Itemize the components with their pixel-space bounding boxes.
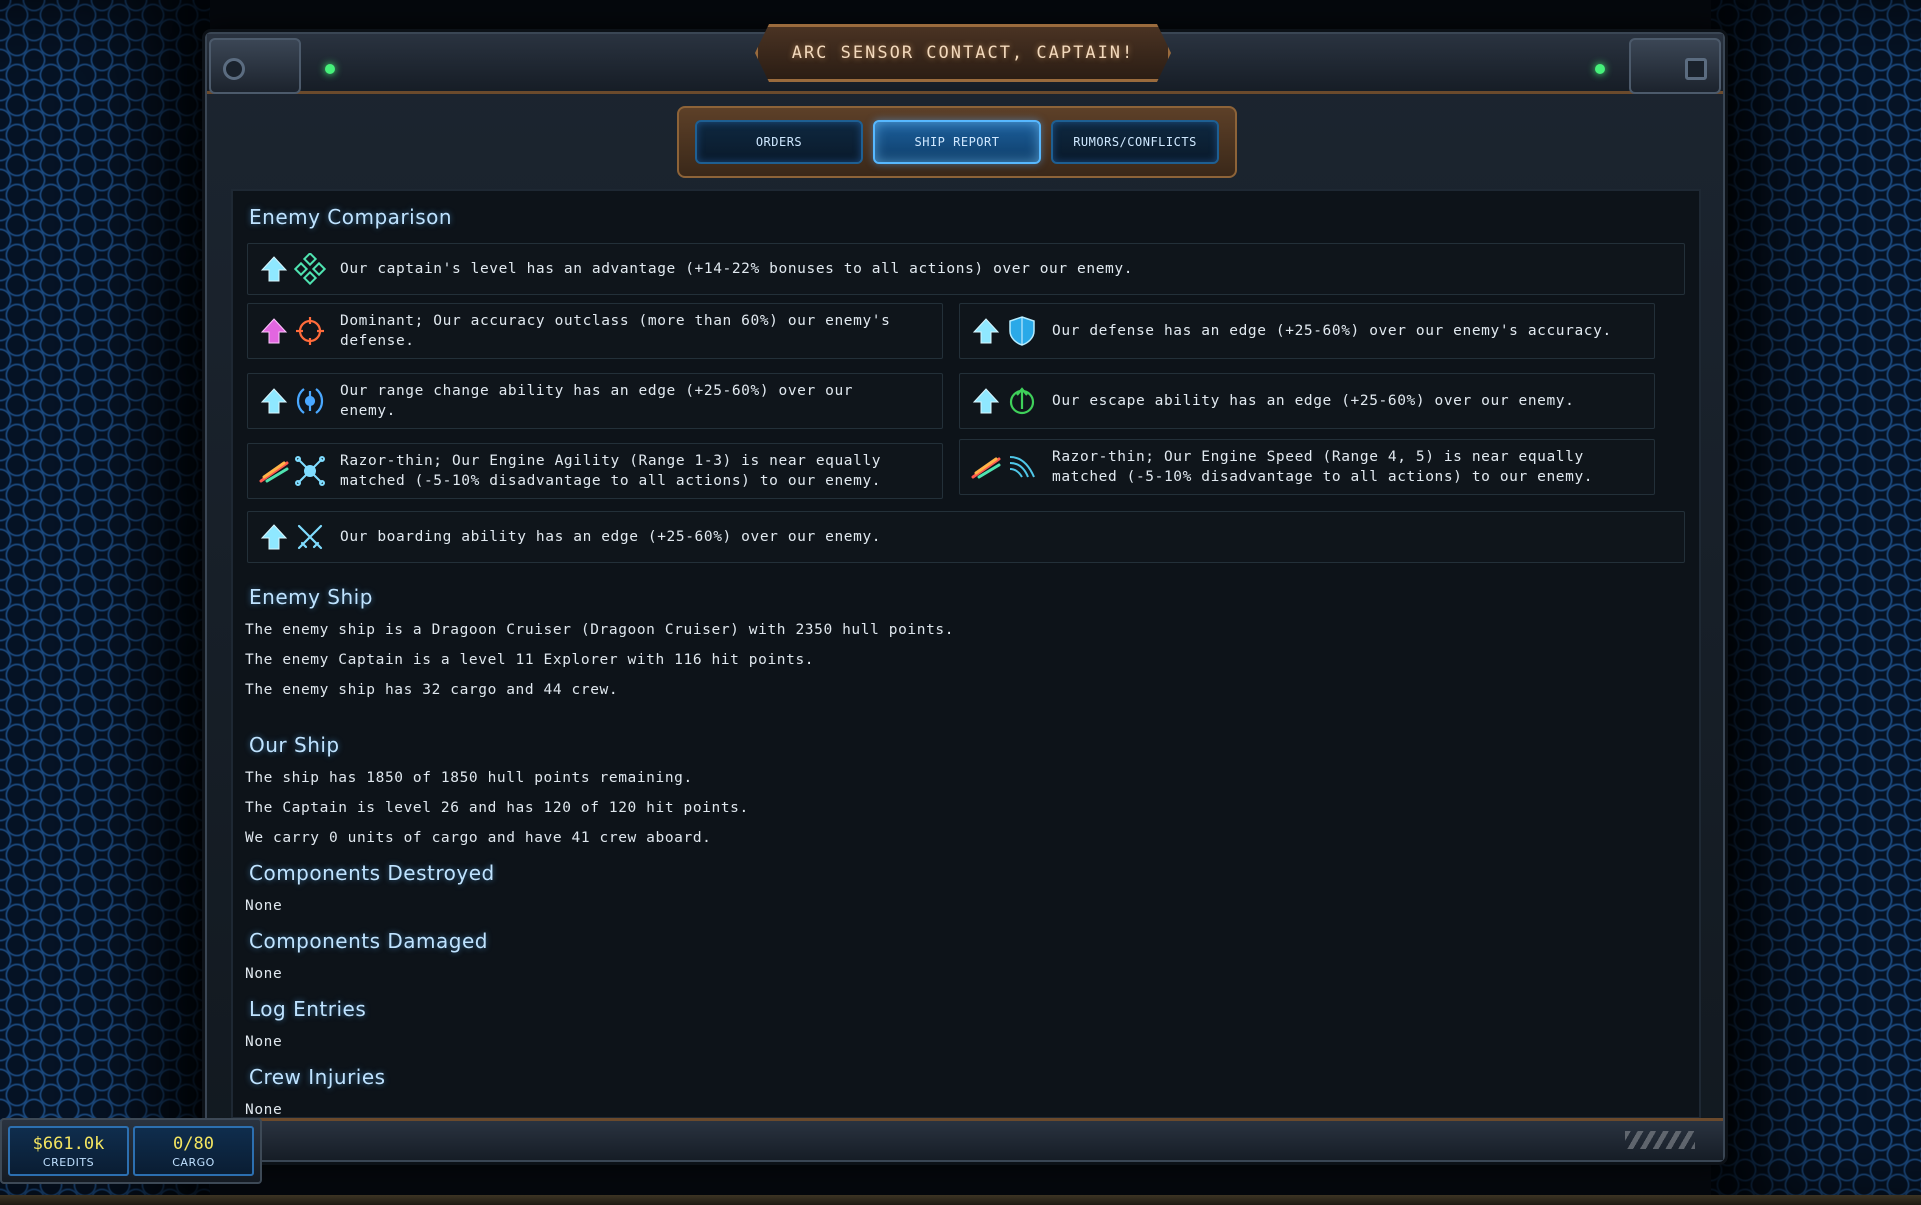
- arrow-up-cyan-icon: [256, 251, 292, 287]
- comparison-text: Razor-thin; Our Engine Agility (Range 1-…: [340, 453, 882, 489]
- corner-cap-right: [1629, 38, 1721, 94]
- tab-rumors-conflicts[interactable]: RUMORS/CONFLICTS: [1051, 120, 1219, 164]
- enemy-ship-line: The enemy ship is a Dragoon Cruiser (Dra…: [245, 622, 955, 638]
- boarding-swords-icon: [292, 519, 328, 555]
- status-led-icon: [325, 64, 335, 74]
- comparison-text: Our range change ability has an edge (+2…: [340, 383, 854, 419]
- credits-display[interactable]: $661.0k CREDITS: [8, 1126, 129, 1176]
- razor-thin-icon: [968, 449, 1004, 485]
- credits-label: CREDITS: [42, 1155, 95, 1169]
- comparison-text: Razor-thin; Our Engine Speed (Range 4, 5…: [1052, 449, 1594, 485]
- cargo-display[interactable]: 0/80 CARGO: [133, 1126, 254, 1176]
- our-ship-line: We carry 0 units of cargo and have 41 cr…: [245, 830, 712, 846]
- window-title: ARC SENSOR CONTACT, CAPTAIN!: [791, 43, 1135, 63]
- sensor-contact-window: ARC SENSOR CONTACT, CAPTAIN! ORDERS SHIP…: [205, 32, 1725, 1162]
- honeycomb-background-right: [1711, 0, 1921, 1205]
- report-content: Enemy Comparison Our captain's level has…: [233, 191, 1699, 1117]
- tab-orders[interactable]: ORDERS: [695, 120, 863, 164]
- log-entries-title: Log Entries: [249, 997, 367, 1021]
- honeycomb-background-left: [0, 0, 210, 1205]
- escape-icon: [1004, 383, 1040, 419]
- enemy-ship-title: Enemy Ship: [249, 585, 373, 609]
- comparison-item: Our boarding ability has an edge (+25-60…: [247, 511, 1685, 563]
- enemy-ship-line: The enemy Captain is a level 11 Explorer…: [245, 652, 815, 668]
- comparison-item: Razor-thin; Our Engine Speed (Range 4, 5…: [959, 439, 1655, 495]
- arrow-up-magenta-icon: [256, 313, 292, 349]
- enemy-comparison-title: Enemy Comparison: [249, 205, 453, 229]
- components-destroyed-value: None: [245, 898, 283, 914]
- crew-injuries-value: None: [245, 1102, 283, 1118]
- window-title-plate: ARC SENSOR CONTACT, CAPTAIN!: [755, 24, 1171, 82]
- credits-value: $661.0k: [32, 1133, 105, 1154]
- log-entries-value: None: [245, 1034, 283, 1050]
- our-ship-section: Our Ship The ship has 1850 of 1850 hull …: [245, 733, 1685, 853]
- comparison-text: Dominant; Our accuracy outclass (more th…: [340, 313, 891, 349]
- comparison-text: Our defense has an edge (+25-60%) over o…: [1052, 323, 1612, 339]
- crosshair-icon: [292, 313, 328, 349]
- ship-report-panel[interactable]: Enemy Comparison Our captain's level has…: [231, 189, 1701, 1119]
- comparison-item: Dominant; Our accuracy outclass (more th…: [247, 303, 943, 359]
- cargo-value: 0/80: [173, 1133, 214, 1154]
- arrow-up-cyan-icon: [968, 313, 1004, 349]
- engine-speed-icon: [1004, 449, 1040, 485]
- comparison-text: Our escape ability has an edge (+25-60%)…: [1052, 393, 1575, 409]
- tab-ship-report[interactable]: SHIP REPORT: [873, 120, 1041, 164]
- components-damaged-title: Components Damaged: [249, 929, 488, 953]
- status-panel: $661.0k CREDITS 0/80 CARGO: [0, 1118, 262, 1184]
- bolt-icon: [1685, 58, 1707, 80]
- arrow-up-cyan-icon: [256, 383, 292, 419]
- bolt-icon: [223, 58, 245, 80]
- hazard-stripes-icon: [1625, 1131, 1695, 1149]
- components-damaged-section: Components Damaged None: [245, 929, 1685, 989]
- shield-icon: [1004, 313, 1040, 349]
- arrow-up-cyan-icon: [968, 383, 1004, 419]
- our-ship-line: The ship has 1850 of 1850 hull points re…: [245, 770, 693, 786]
- comparison-item: Razor-thin; Our Engine Agility (Range 1-…: [247, 443, 943, 499]
- comparison-item: Our captain's level has an advantage (+1…: [247, 243, 1685, 295]
- comparison-item: Our escape ability has an edge (+25-60%)…: [959, 373, 1655, 429]
- comparison-item: Our defense has an edge (+25-60%) over o…: [959, 303, 1655, 359]
- components-destroyed-section: Components Destroyed None: [245, 861, 1685, 921]
- status-led-icon: [1595, 64, 1605, 74]
- comparison-item: Our range change ability has an edge (+2…: [247, 373, 943, 429]
- crew-injuries-title: Crew Injuries: [249, 1065, 386, 1089]
- comparison-text: Our captain's level has an advantage (+1…: [340, 261, 1134, 277]
- engine-agility-icon: [292, 453, 328, 489]
- components-destroyed-title: Components Destroyed: [249, 861, 495, 885]
- cargo-label: CARGO: [172, 1155, 215, 1169]
- comparison-text: Our boarding ability has an edge (+25-60…: [340, 529, 882, 545]
- corner-cap-left: [209, 38, 301, 94]
- our-ship-title: Our Ship: [249, 733, 340, 757]
- log-entries-section: Log Entries None: [245, 997, 1685, 1057]
- arrow-up-cyan-icon: [256, 519, 292, 555]
- enemy-ship-section: Enemy Ship The enemy ship is a Dragoon C…: [245, 585, 1685, 705]
- our-ship-line: The Captain is level 26 and has 120 of 1…: [245, 800, 749, 816]
- enemy-ship-line: The enemy ship has 32 cargo and 44 crew.: [245, 682, 619, 698]
- bottom-hud-bar: [0, 1195, 1921, 1205]
- components-damaged-value: None: [245, 966, 283, 982]
- tab-bar: ORDERS SHIP REPORT RUMORS/CONFLICTS: [677, 106, 1237, 178]
- window-bottom-rail: [207, 1118, 1723, 1160]
- captain-level-icon: [292, 251, 328, 287]
- crew-injuries-section: Crew Injuries None: [245, 1065, 1685, 1118]
- razor-thin-icon: [256, 453, 292, 489]
- range-icon: [292, 383, 328, 419]
